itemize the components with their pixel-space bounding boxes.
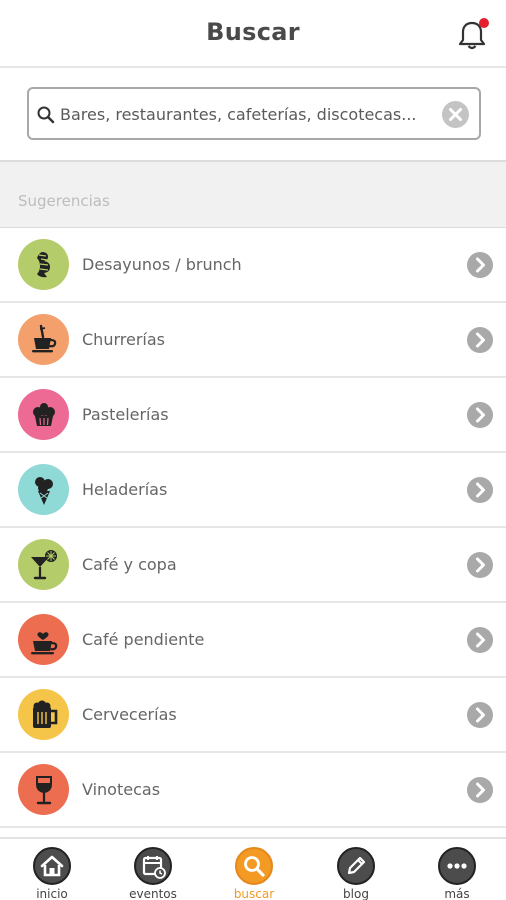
list-item-label: Desayunos / brunch: [82, 255, 242, 274]
search-box[interactable]: [27, 87, 481, 140]
list-item-label: Heladerías: [82, 480, 168, 499]
tab-eventos[interactable]: eventos: [113, 847, 193, 900]
list-item-label: Café pendiente: [82, 630, 205, 649]
tab-inicio[interactable]: inicio: [12, 847, 92, 900]
app-header: Buscar: [0, 0, 506, 68]
list-item-label: Churrerías: [82, 330, 165, 349]
category-icon-badge: [18, 689, 69, 740]
cupcake-icon: [32, 402, 55, 426]
search-icon: [235, 847, 273, 885]
more-icon: [438, 847, 476, 885]
list-item[interactable]: Pastelerías: [0, 378, 506, 453]
pencil-icon: [337, 847, 375, 885]
bottom-tab-bar: inicio eventos buscar blog más: [0, 837, 506, 900]
category-icon-badge: [18, 389, 69, 440]
notification-dot: [479, 18, 489, 28]
tab-label: más: [444, 887, 470, 900]
tab-mas[interactable]: más: [417, 847, 497, 900]
list-item-label: Café y copa: [82, 555, 177, 574]
calendar-icon: [134, 847, 172, 885]
chevron-right-icon: [467, 627, 493, 653]
chevron-right-icon: [467, 477, 493, 503]
search-area: [0, 68, 506, 162]
category-icon-badge: [18, 764, 69, 815]
list-item[interactable]: Vinotecas: [0, 753, 506, 828]
chevron-right-icon: [467, 702, 493, 728]
suggestions-heading: Sugerencias: [18, 192, 110, 210]
tab-label: eventos: [129, 887, 177, 900]
category-icon-badge: [18, 239, 69, 290]
chevron-right-icon: [467, 327, 493, 353]
wine-glass-icon: [35, 775, 52, 804]
category-icon-badge: [18, 539, 69, 590]
tab-label: blog: [343, 887, 369, 900]
chevron-right-icon: [467, 777, 493, 803]
list-item[interactable]: Desayunos / brunch: [0, 228, 506, 303]
category-icon-badge: [18, 314, 69, 365]
chevron-right-icon: [467, 552, 493, 578]
beer-mug-icon: [32, 700, 57, 728]
home-icon: [33, 847, 71, 885]
page-title: Buscar: [206, 18, 300, 46]
clear-search-button[interactable]: [442, 101, 469, 128]
category-icon-badge: [18, 614, 69, 665]
suggestions-list: Desayunos / brunch Churrerías Pastelería…: [0, 228, 506, 828]
search-icon: [37, 106, 55, 124]
heart-cup-icon: [30, 631, 57, 654]
category-icon-badge: [18, 464, 69, 515]
close-icon: [449, 108, 462, 121]
tab-buscar[interactable]: buscar: [214, 847, 294, 900]
tab-blog[interactable]: blog: [316, 847, 396, 900]
croissant-icon: [36, 251, 50, 277]
churro-cup-icon: [31, 324, 56, 352]
cocktail-icon: [30, 549, 57, 579]
tab-label: buscar: [233, 887, 275, 900]
list-item-label: Cervecerías: [82, 705, 177, 724]
tab-label: inicio: [36, 887, 68, 900]
list-item[interactable]: Cervecerías: [0, 678, 506, 753]
list-item[interactable]: Churrerías: [0, 303, 506, 378]
ice-cream-icon: [34, 476, 53, 505]
chevron-right-icon: [467, 402, 493, 428]
notifications-button[interactable]: [455, 17, 491, 53]
chevron-right-icon: [467, 252, 493, 278]
list-item[interactable]: Heladerías: [0, 453, 506, 528]
suggestions-header: Sugerencias: [0, 162, 506, 228]
bell-icon: [458, 18, 489, 50]
list-item[interactable]: Café pendiente: [0, 603, 506, 678]
list-item[interactable]: Café y copa: [0, 528, 506, 603]
list-item-label: Pastelerías: [82, 405, 169, 424]
search-input[interactable]: [60, 99, 430, 129]
list-item-label: Vinotecas: [82, 780, 161, 799]
